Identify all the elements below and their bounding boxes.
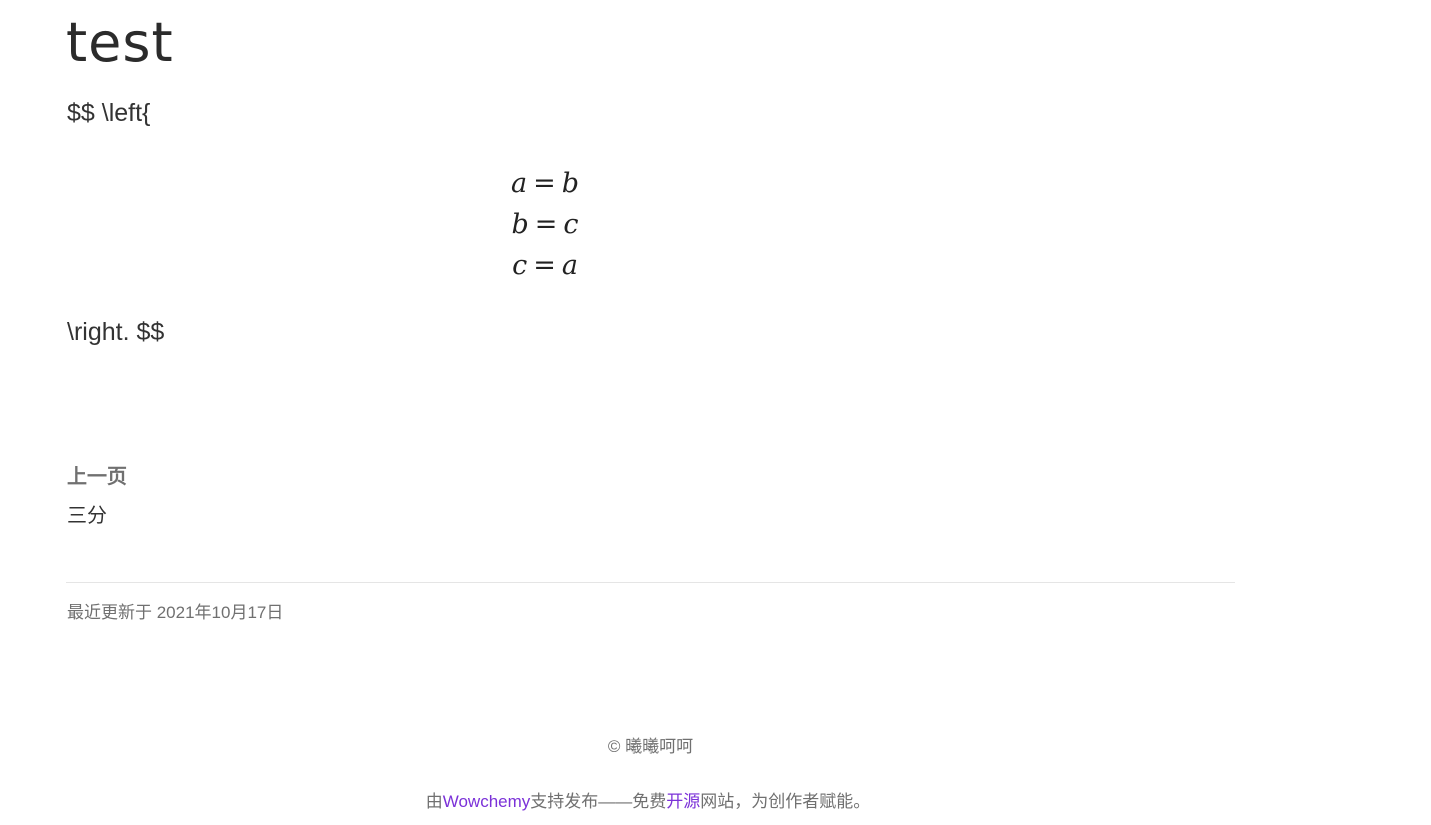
prev-page-label: 上一页 [67, 466, 127, 488]
last-updated: 最近更新于 2021年10月17日 [67, 603, 284, 622]
footer-text: 支持发布——免费 [530, 792, 667, 811]
wowchemy-link[interactable]: Wowchemy [443, 792, 531, 811]
prev-page-link[interactable]: 三分 [67, 499, 107, 528]
equation-block: a = b b = c c = a [500, 163, 590, 286]
equation-lhs: b [511, 209, 529, 240]
equation-row: b = c [500, 204, 590, 245]
footer-powered-by: 由Wowchemy支持发布——免费开源网站，为创作者赋能。 [0, 787, 1296, 812]
divider [66, 582, 1235, 583]
latex-close-text: \right. $$ [67, 318, 165, 346]
open-source-link[interactable]: 开源 [666, 792, 700, 811]
equation-rhs: b [561, 168, 580, 199]
equation-lhs: c [512, 250, 528, 281]
equation-row: c = a [500, 245, 590, 286]
equation-lhs: a [510, 168, 528, 199]
page: test $$ \left{ a = b b = c c = a \right. $$ 上一… [0, 0, 1431, 825]
equation-operator: = [534, 209, 558, 240]
equation-row: a = b [500, 163, 590, 204]
equation-rhs: c [563, 209, 579, 240]
equation-operator: = [533, 250, 556, 281]
latex-open-text: $$ \left{ [67, 99, 151, 127]
equation-rhs: a [561, 250, 578, 281]
footer-text: 由 [425, 792, 443, 811]
equation-operator: = [533, 168, 556, 199]
footer-text: 网站，为创作者赋能。 [700, 792, 871, 811]
page-title: test [66, 11, 174, 74]
footer-copyright: © 曦曦呵呵 [607, 737, 694, 756]
